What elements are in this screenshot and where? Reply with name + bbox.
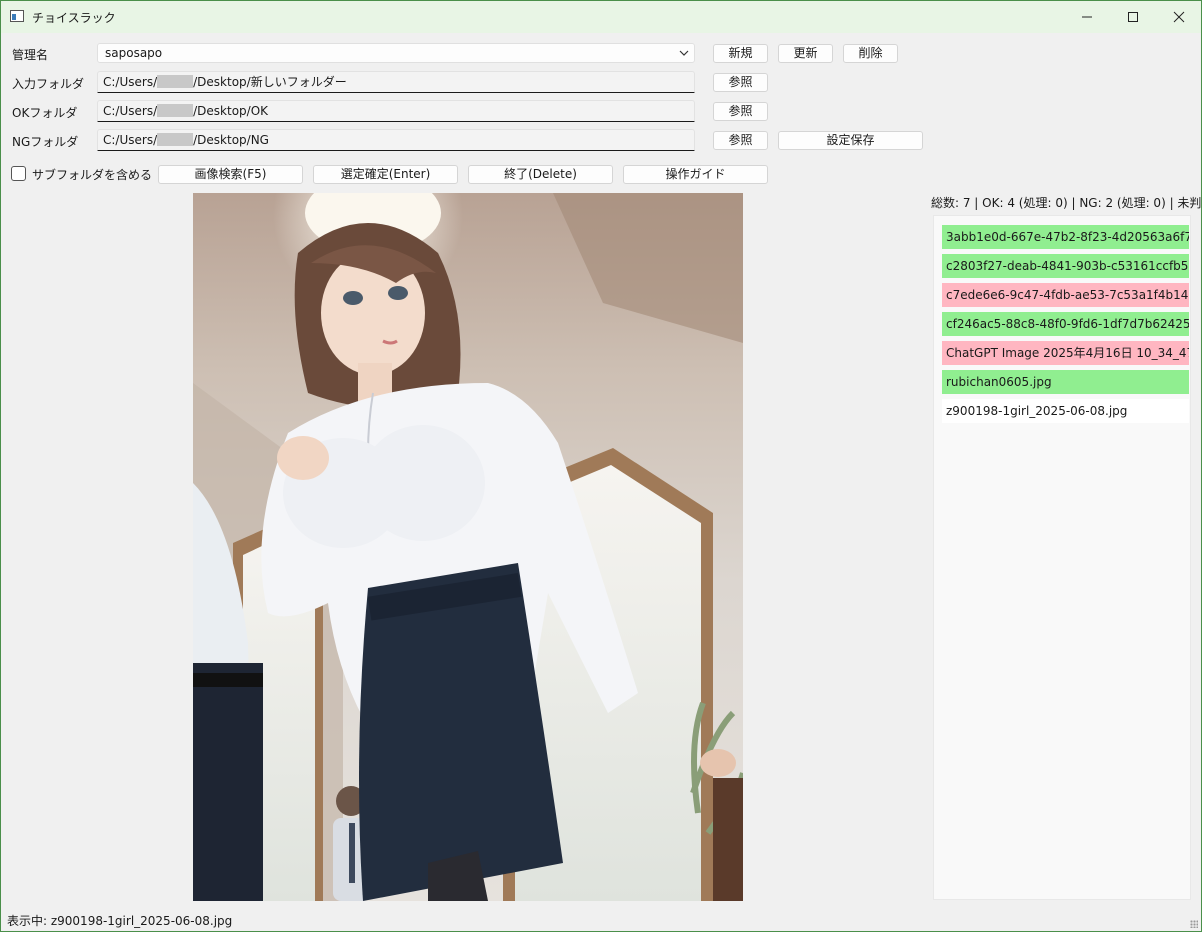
ng-folder-suffix: /Desktop/NG bbox=[193, 133, 269, 147]
delete-button[interactable]: 削除 bbox=[843, 44, 898, 63]
manager-name-select[interactable]: saposapo bbox=[97, 43, 695, 63]
file-list-item[interactable]: c7ede6e6-9c47-4fdb-ae53-7c53a1f4b14b.png bbox=[942, 283, 1189, 307]
manager-name-label: 管理名 bbox=[12, 48, 49, 62]
browse-ng-button[interactable]: 参照 bbox=[713, 131, 768, 150]
chevron-down-icon bbox=[678, 44, 690, 68]
preview-illustration bbox=[193, 193, 743, 901]
include-subfolders-checkbox[interactable] bbox=[11, 166, 26, 181]
status-bar: 表示中: z900198-1girl_2025-06-08.jpg bbox=[1, 909, 1201, 931]
ok-folder-field[interactable]: C:/Users/ /Desktop/OK bbox=[97, 100, 695, 122]
ng-folder-prefix: C:/Users/ bbox=[103, 133, 158, 147]
update-button[interactable]: 更新 bbox=[778, 44, 833, 63]
window-title: チョイスラック bbox=[32, 11, 116, 25]
file-list-item[interactable]: ChatGPT Image 2025年4月16日 10_34_47.png bbox=[942, 341, 1189, 365]
redacted-username bbox=[157, 104, 194, 117]
guide-button[interactable]: 操作ガイド bbox=[623, 165, 768, 184]
include-subfolders-label[interactable]: サブフォルダを含める bbox=[32, 166, 152, 183]
browse-ok-button[interactable]: 参照 bbox=[713, 102, 768, 121]
file-list-item[interactable]: z900198-1girl_2025-06-08.jpg bbox=[942, 399, 1189, 423]
redacted-username bbox=[157, 133, 194, 146]
finish-button[interactable]: 終了(Delete) bbox=[468, 165, 613, 184]
minimize-icon bbox=[1082, 16, 1092, 18]
input-folder-suffix: /Desktop/新しいフォルダー bbox=[193, 75, 347, 89]
close-icon bbox=[1173, 11, 1185, 23]
file-list[interactable]: 3abb1e0d-667e-47b2-8f23-4d20563a6f7a.png… bbox=[933, 215, 1191, 900]
save-settings-button[interactable]: 設定保存 bbox=[778, 131, 923, 150]
close-button[interactable] bbox=[1156, 1, 1201, 33]
app-window: チョイスラック 管理名 saposapo 新規 更新 削除 入力フォルダ C:/… bbox=[0, 0, 1202, 932]
minimize-button[interactable] bbox=[1064, 1, 1110, 33]
input-folder-field[interactable]: C:/Users/ /Desktop/新しいフォルダー bbox=[97, 71, 695, 93]
search-images-button[interactable]: 画像検索(F5) bbox=[158, 165, 303, 184]
status-text: 表示中: z900198-1girl_2025-06-08.jpg bbox=[7, 914, 233, 928]
maximize-button[interactable] bbox=[1110, 1, 1156, 33]
new-button[interactable]: 新規 bbox=[713, 44, 768, 63]
ok-folder-prefix: C:/Users/ bbox=[103, 104, 158, 118]
ok-folder-suffix: /Desktop/OK bbox=[193, 104, 269, 118]
file-list-item[interactable]: cf246ac5-88c8-48f0-9fd6-1df7d7b62425.png bbox=[942, 312, 1189, 336]
input-folder-prefix: C:/Users/ bbox=[103, 75, 158, 89]
file-list-item[interactable]: c2803f27-deab-4841-903b-c53161ccfb5a.png bbox=[942, 254, 1189, 278]
ng-folder-label: NGフォルダ bbox=[12, 135, 79, 149]
ok-folder-label: OKフォルダ bbox=[12, 106, 78, 120]
file-list-item[interactable]: 3abb1e0d-667e-47b2-8f23-4d20563a6f7a.png bbox=[942, 225, 1189, 249]
preview-image bbox=[193, 193, 743, 901]
input-folder-label: 入力フォルダ bbox=[12, 77, 85, 91]
redacted-username bbox=[157, 75, 194, 88]
confirm-selection-button[interactable]: 選定確定(Enter) bbox=[313, 165, 458, 184]
file-list-item[interactable]: rubichan0605.jpg bbox=[942, 370, 1189, 394]
app-icon bbox=[10, 10, 24, 22]
summary-text: 総数: 7 | OK: 4 (処理: 0) | NG: 2 (処理: 0) | … bbox=[931, 196, 1202, 210]
resize-grip-icon[interactable] bbox=[1190, 920, 1198, 928]
maximize-icon bbox=[1128, 12, 1138, 22]
browse-input-button[interactable]: 参照 bbox=[713, 73, 768, 92]
ng-folder-field[interactable]: C:/Users/ /Desktop/NG bbox=[97, 129, 695, 151]
manager-name-value: saposapo bbox=[105, 46, 163, 60]
title-bar[interactable]: チョイスラック bbox=[1, 1, 1201, 33]
